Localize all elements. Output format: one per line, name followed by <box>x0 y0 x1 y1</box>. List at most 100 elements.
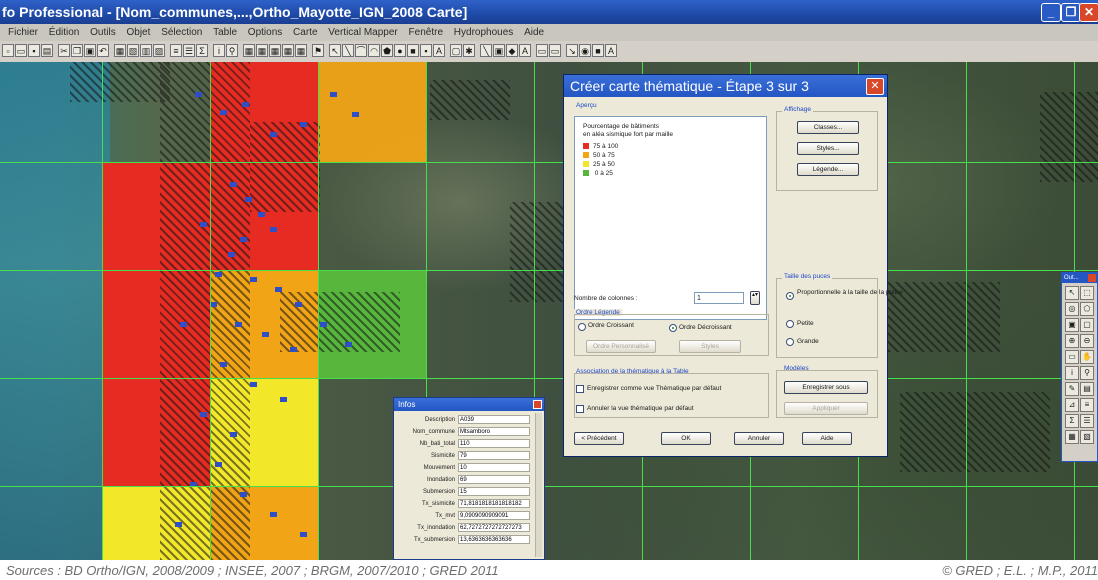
info-scrollbar[interactable] <box>535 413 542 557</box>
grid-icon-3[interactable]: ▦ <box>269 44 281 57</box>
field-value[interactable]: Mtsamboro <box>458 427 530 436</box>
layout-icon[interactable]: ▨ <box>153 44 165 57</box>
columns-spinner[interactable]: ▴▾ <box>750 291 760 305</box>
thematic-map-dialog[interactable]: Créer carte thématique - Étape 3 sur 3 ✕… <box>563 74 903 457</box>
field-value[interactable]: 110 <box>458 439 530 448</box>
field-value[interactable]: 62,7272727272727273 <box>458 523 530 532</box>
text-style-icon[interactable]: A <box>519 44 531 57</box>
cancel-default-checkbox[interactable] <box>576 405 584 413</box>
hotlink-icon[interactable]: ⚲ <box>1080 366 1094 380</box>
drag-window-icon[interactable]: ▤ <box>1080 382 1094 396</box>
styles-button[interactable]: Styles... <box>797 142 859 155</box>
label-tool-icon[interactable]: ✎ <box>1065 382 1079 396</box>
polyline-tool-icon[interactable]: ⌒ <box>355 44 367 57</box>
polygon-select-icon[interactable]: ⬠ <box>1080 302 1094 316</box>
dialog-close-button[interactable]: ✕ <box>866 78 884 95</box>
hotlink-icon[interactable]: ⚲ <box>226 44 238 57</box>
node-icon[interactable]: ◉ <box>579 44 591 57</box>
polygon-tool-icon[interactable]: ⬟ <box>381 44 393 57</box>
info-close-button[interactable] <box>533 400 542 409</box>
cut-icon[interactable]: ✂ <box>58 44 70 57</box>
save-default-checkbox[interactable] <box>576 385 584 393</box>
region-icon[interactable]: ■ <box>592 44 604 57</box>
map-view[interactable] <box>0 62 1098 560</box>
legend-tool-icon[interactable]: ☰ <box>1080 414 1094 428</box>
select-arrow-icon[interactable]: ↖ <box>1065 286 1079 300</box>
field-value[interactable]: 9,0909090909091 <box>458 511 530 520</box>
radius-select-icon[interactable]: ◎ <box>1065 302 1079 316</box>
info-window[interactable]: Infos Description A039 Nom_commune Mtsam… <box>393 397 545 560</box>
menu-item-aide[interactable]: Aide <box>524 27 544 38</box>
tools-palette[interactable]: Out... ↖ ⬚ ◎ ⬠ ▣ ▢ ⊕ ⊖ ▭ ✋ i ⚲ ✎ ▤ ⊿ ≡ Σ… <box>1061 272 1098 462</box>
rectangle-tool-icon[interactable]: ■ <box>407 44 419 57</box>
menu-item-vertical-mapper[interactable]: Vertical Mapper <box>328 27 397 38</box>
zoom-out-icon[interactable]: ⊖ <box>1080 334 1094 348</box>
ok-button[interactable]: OK <box>661 432 711 445</box>
point-size-large-radio[interactable] <box>786 338 794 346</box>
boundary-select-icon[interactable]: ▣ <box>1065 318 1079 332</box>
field-value[interactable]: 15 <box>458 487 530 496</box>
select-arrow-icon[interactable]: ↖ <box>329 44 341 57</box>
flag-icon[interactable]: ⚑ <box>312 44 324 57</box>
info-icon[interactable]: i <box>1065 366 1079 380</box>
help-button[interactable]: Aide <box>802 432 852 445</box>
legend-button[interactable]: Légende... <box>797 163 859 176</box>
reshape-icon[interactable]: ↘ <box>566 44 578 57</box>
undo-icon[interactable]: ↶ <box>97 44 109 57</box>
rounded-rect-tool-icon[interactable]: ▪ <box>420 44 432 57</box>
open-icon[interactable]: ▭ <box>15 44 27 57</box>
symbol-style-icon[interactable]: ◆ <box>506 44 518 57</box>
grid-icon-4[interactable]: ▦ <box>282 44 294 57</box>
cancel-button[interactable]: Annuler <box>734 432 784 445</box>
label-icon[interactable]: A <box>605 44 617 57</box>
print-icon[interactable]: ▤ <box>41 44 53 57</box>
field-value[interactable]: A039 <box>458 415 530 424</box>
symbol-tool-icon[interactable]: ✱ <box>463 44 475 57</box>
misc-tool-icon-1[interactable]: ▭ <box>536 44 548 57</box>
grid-icon-5[interactable]: ▦ <box>295 44 307 57</box>
map-window-icon[interactable]: ▧ <box>127 44 139 57</box>
menu-item-objet[interactable]: Objet <box>127 27 151 38</box>
grid-icon-2[interactable]: ▦ <box>256 44 268 57</box>
save-icon[interactable]: ▪ <box>28 44 40 57</box>
menu-item-hydrophoues[interactable]: Hydrophoues <box>454 27 513 38</box>
stats-icon[interactable]: Σ <box>1065 414 1079 428</box>
minimize-button[interactable]: _ <box>1041 3 1061 22</box>
arc-tool-icon[interactable]: ◠ <box>368 44 380 57</box>
layer-control-icon[interactable]: ≡ <box>1080 398 1094 412</box>
copy-icon[interactable]: ❐ <box>71 44 83 57</box>
field-value[interactable]: 13,6363636363636 <box>458 535 530 544</box>
point-size-small-radio[interactable] <box>786 320 794 328</box>
line-tool-icon[interactable]: ╲ <box>342 44 354 57</box>
field-value[interactable]: 10 <box>458 463 530 472</box>
palette-close-button[interactable] <box>1088 274 1096 282</box>
line-style-icon[interactable]: ╲ <box>480 44 492 57</box>
marquee-select-icon[interactable]: ⬚ <box>1080 286 1094 300</box>
ellipse-tool-icon[interactable]: ● <box>394 44 406 57</box>
menu-item-edition[interactable]: Édition <box>49 27 80 38</box>
legend-icon[interactable]: ☰ <box>183 44 195 57</box>
zoom-in-icon[interactable]: ⊕ <box>1065 334 1079 348</box>
menu-item-table[interactable]: Table <box>213 27 237 38</box>
close-button[interactable]: ✕ <box>1079 3 1098 22</box>
frame-tool-icon[interactable]: ▢ <box>450 44 462 57</box>
new-icon[interactable]: ▫ <box>2 44 14 57</box>
ruler-icon[interactable]: ⊿ <box>1065 398 1079 412</box>
layer-control-icon[interactable]: ≡ <box>170 44 182 57</box>
order-ascending-radio[interactable] <box>578 323 586 331</box>
field-value[interactable]: 69 <box>458 475 530 484</box>
classes-button[interactable]: Classes... <box>797 121 859 134</box>
misc-tool-icon-2[interactable]: ▭ <box>549 44 561 57</box>
point-size-proportional-radio[interactable] <box>786 292 794 300</box>
paste-icon[interactable]: ▣ <box>84 44 96 57</box>
field-value[interactable]: 79 <box>458 451 530 460</box>
apply-button[interactable]: Appliquer <box>784 402 868 415</box>
stats-icon[interactable]: Σ <box>196 44 208 57</box>
graph-icon[interactable]: ▥ <box>140 44 152 57</box>
change-view-icon[interactable]: ▭ <box>1065 350 1079 364</box>
save-as-button[interactable]: Enregistrer sous <box>784 381 868 394</box>
misc-tool-icon[interactable]: ▦ <box>1065 430 1079 444</box>
menu-item-outils[interactable]: Outils <box>90 27 116 38</box>
info-tool-icon[interactable]: i <box>213 44 225 57</box>
menu-item-options[interactable]: Options <box>248 27 282 38</box>
